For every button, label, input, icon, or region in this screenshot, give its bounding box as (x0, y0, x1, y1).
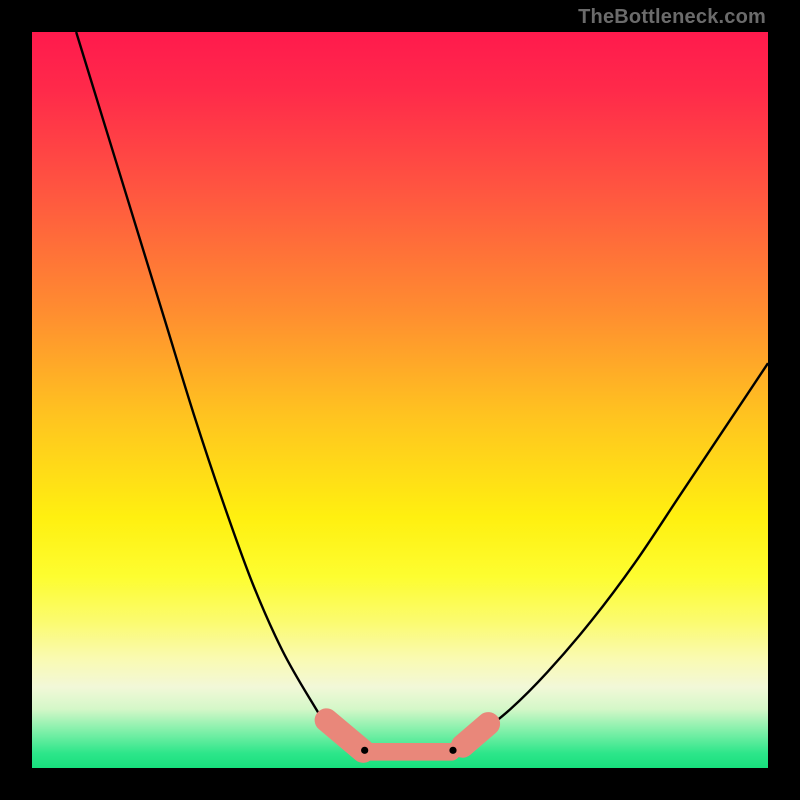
bottleneck-curve (76, 32, 768, 755)
curve-layer (32, 32, 768, 768)
dot-left (361, 747, 368, 754)
right-marker (463, 724, 489, 746)
dot-right (449, 747, 456, 754)
watermark-text: TheBottleneck.com (578, 6, 766, 29)
chart-frame: TheBottleneck.com (0, 0, 800, 800)
